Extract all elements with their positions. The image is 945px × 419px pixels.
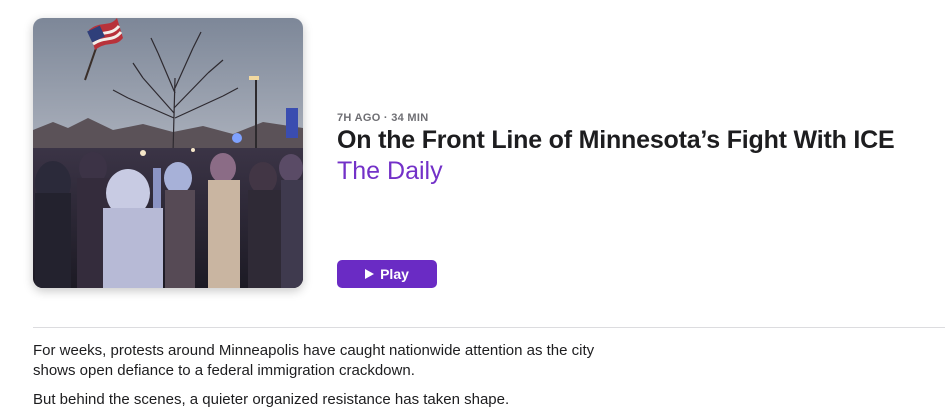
play-button[interactable]: Play [337,260,437,288]
divider [33,327,945,328]
episode-meta: 7H AGO · 34 MIN [337,112,429,124]
play-label: Play [380,266,409,282]
description-paragraph: For weeks, protests around Minneapolis h… [33,342,595,379]
description-paragraph: But behind the scenes, a quieter organiz… [33,391,510,408]
show-link[interactable]: The Daily [337,157,443,186]
episode-artwork[interactable] [33,18,303,288]
protest-photo-artwork [33,18,303,288]
play-icon [365,269,375,279]
episode-description: For weeks, protests around Minneapolis h… [33,341,613,419]
episode-title: On the Front Line of Minnesota’s Fight W… [337,126,895,154]
episode-page: 7H AGO · 34 MIN On the Front Line of Min… [0,0,945,419]
